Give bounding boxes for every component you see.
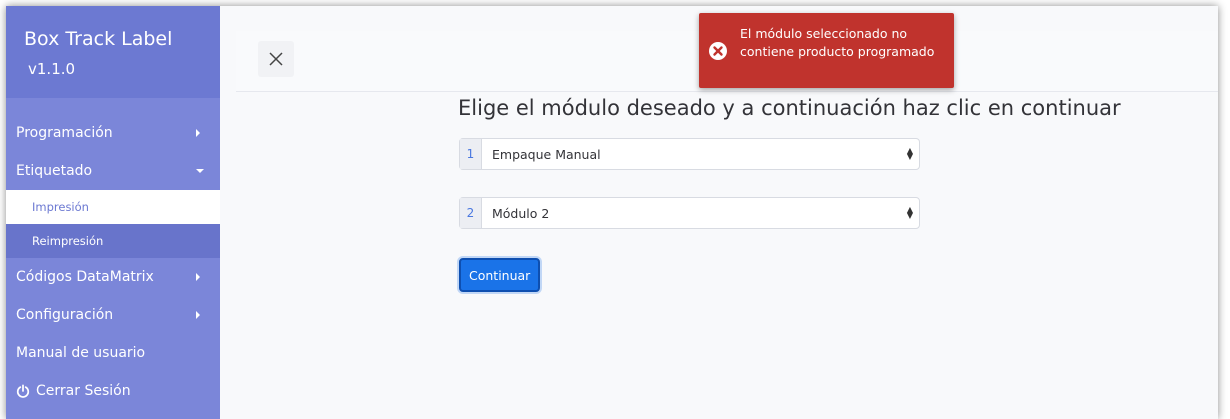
error-circle-icon (709, 42, 727, 60)
select-value: Empaque Manual (492, 146, 601, 162)
sidebar-item-manual[interactable]: Manual de usuario (6, 334, 220, 372)
app-window: Box Track Label v1.1.0 Programación Etiq… (6, 6, 1218, 419)
sidebar-item-label: Cerrar Sesión (36, 383, 131, 399)
power-icon (16, 384, 30, 398)
module-select-2[interactable]: 2 Módulo 2 ▲ ▼ (459, 197, 920, 229)
brand-version: v1.1.0 (28, 60, 76, 78)
sidebar-item-codigos-datamatrix[interactable]: Códigos DataMatrix (6, 258, 220, 296)
brand-title: Box Track Label (24, 28, 173, 50)
select-number-badge: 1 (460, 139, 482, 169)
select-arrows-icon: ▲ ▼ (906, 146, 914, 161)
sidebar-subitem-reimpresion[interactable]: Reimpresión (6, 224, 220, 258)
sidebar: Box Track Label v1.1.0 Programación Etiq… (6, 6, 220, 419)
sidebar-item-label: Etiquetado (16, 163, 93, 179)
error-toast[interactable]: El módulo seleccionado no contiene produ… (699, 13, 954, 88)
sidebar-nav: Programación Etiquetado Impresión Reimpr… (6, 114, 220, 410)
select-arrows-icon: ▲ ▼ (906, 205, 914, 220)
module-select-1[interactable]: 1 Empaque Manual ▲ ▼ (459, 138, 920, 170)
sidebar-item-configuracion[interactable]: Configuración (6, 296, 220, 334)
sidebar-subitem-label: Impresión (32, 200, 89, 214)
sidebar-item-label: Programación (16, 125, 113, 141)
sidebar-item-label: Códigos DataMatrix (16, 269, 154, 285)
sidebar-item-label: Configuración (16, 307, 114, 323)
select-value: Módulo 2 (492, 205, 550, 221)
brand: Box Track Label v1.1.0 (6, 6, 220, 98)
chevron-right-icon (196, 129, 200, 137)
toast-message: El módulo seleccionado no contiene produ… (740, 26, 935, 59)
sidebar-item-programacion[interactable]: Programación (6, 114, 220, 152)
sidebar-subitem-impresion[interactable]: Impresión (6, 190, 220, 224)
close-button[interactable] (258, 41, 294, 77)
continue-button[interactable]: Continuar (459, 258, 541, 292)
instruction-heading: Elige el módulo deseado y a continuación… (458, 96, 1121, 120)
sidebar-item-etiquetado[interactable]: Etiquetado (6, 152, 220, 190)
chevron-down-icon (196, 169, 204, 173)
select-number-badge: 2 (460, 198, 482, 228)
sidebar-item-label: Manual de usuario (16, 345, 146, 361)
sidebar-subitem-label: Reimpresión (32, 234, 104, 248)
sidebar-item-logout[interactable]: Cerrar Sesión (6, 372, 220, 410)
chevron-right-icon (196, 311, 200, 319)
close-icon (269, 52, 283, 66)
chevron-right-icon (196, 273, 200, 281)
